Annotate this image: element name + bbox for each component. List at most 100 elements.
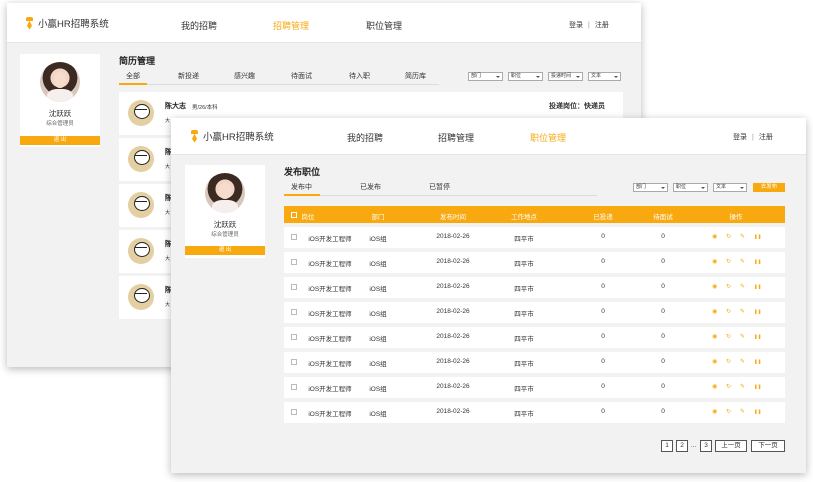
cell-date: 2018-02-26: [436, 333, 470, 340]
tab-divider: [284, 195, 597, 196]
eye-icon[interactable]: ◉: [712, 283, 717, 290]
tab-interested[interactable]: 感兴趣: [234, 71, 255, 81]
nav-my-recruit[interactable]: 我的招聘: [181, 19, 217, 32]
refresh-icon[interactable]: ↻: [726, 408, 731, 415]
cell-dept: iOS组: [369, 336, 387, 343]
register-link[interactable]: 注册: [759, 134, 773, 141]
nav-recruit-manage[interactable]: 招聘管理: [438, 131, 474, 144]
refresh-icon[interactable]: ↻: [726, 383, 731, 390]
table-row[interactable]: iOS开发工程师 iOS组 2018-02-26 四平市 0 0 ◉ ↻ ✎ ❚❚: [284, 302, 785, 323]
tab-publishing[interactable]: 发布中: [291, 182, 312, 192]
logout-button[interactable]: 退 出: [20, 136, 100, 145]
edit-icon[interactable]: ✎: [740, 358, 745, 365]
nav-job-manage[interactable]: 职位管理: [366, 19, 402, 32]
publish-button[interactable]: 去发布: [753, 183, 785, 192]
tie-logo-icon: [25, 16, 34, 30]
row-checkbox[interactable]: [291, 409, 297, 415]
edit-icon[interactable]: ✎: [740, 333, 745, 340]
edit-icon[interactable]: ✎: [740, 233, 745, 240]
column-header-date: 发布时间: [440, 214, 466, 221]
candidate-detail: 大: [165, 210, 171, 216]
app-name: 小赢HR招聘系统: [38, 19, 109, 30]
register-link[interactable]: 注册: [595, 22, 609, 29]
app-logo[interactable]: 小赢HR招聘系统: [25, 16, 109, 30]
nav-job-manage[interactable]: 职位管理: [530, 131, 566, 144]
table-row[interactable]: iOS开发工程师 iOS组 2018-02-26 四平市 0 0 ◉ ↻ ✎ ❚❚: [284, 352, 785, 373]
filter-department[interactable]: 部门: [633, 183, 668, 192]
row-checkbox[interactable]: [291, 334, 297, 340]
table-row[interactable]: iOS开发工程师 iOS组 2018-02-26 四平市 0 0 ◉ ↻ ✎ ❚❚: [284, 402, 785, 423]
pause-icon[interactable]: ❚❚: [754, 259, 762, 265]
candidate-name: 陈大志: [165, 103, 186, 110]
eye-icon[interactable]: ◉: [712, 383, 717, 390]
column-header-job: 岗位: [301, 214, 315, 221]
pause-icon[interactable]: ❚❚: [754, 309, 762, 315]
login-link[interactable]: 登录: [733, 134, 747, 141]
refresh-icon[interactable]: ↻: [726, 233, 731, 240]
edit-icon[interactable]: ✎: [740, 283, 745, 290]
edit-icon[interactable]: ✎: [740, 308, 745, 315]
filter-text[interactable]: 文本: [588, 72, 621, 81]
login-link[interactable]: 登录: [569, 22, 583, 29]
profile-name: 沈跃跃: [213, 220, 237, 229]
pause-icon[interactable]: ❚❚: [754, 334, 762, 340]
pause-icon[interactable]: ❚❚: [754, 409, 762, 415]
row-checkbox[interactable]: [291, 359, 297, 365]
tab-published[interactable]: 已发布: [360, 182, 381, 192]
refresh-icon[interactable]: ↻: [726, 283, 731, 290]
nav-my-recruit[interactable]: 我的招聘: [347, 131, 383, 144]
page-button-2[interactable]: 2: [676, 440, 688, 452]
edit-icon[interactable]: ✎: [740, 258, 745, 265]
refresh-icon[interactable]: ↻: [726, 308, 731, 315]
table-row[interactable]: iOS开发工程师 iOS组 2018-02-26 四平市 0 0 ◉ ↻ ✎ ❚❚: [284, 227, 785, 248]
filter-department[interactable]: 部门: [468, 72, 503, 81]
next-page-button[interactable]: 下一页: [751, 440, 785, 452]
eye-icon[interactable]: ◉: [712, 408, 717, 415]
refresh-icon[interactable]: ↻: [726, 358, 731, 365]
edit-icon[interactable]: ✎: [740, 383, 745, 390]
pause-icon[interactable]: ❚❚: [754, 234, 762, 240]
tab-paused[interactable]: 已暂停: [429, 182, 450, 192]
cell-date: 2018-02-26: [436, 283, 470, 290]
row-checkbox[interactable]: [291, 284, 297, 290]
select-all-checkbox[interactable]: [291, 212, 297, 218]
refresh-icon[interactable]: ↻: [726, 258, 731, 265]
nav-recruit-manage[interactable]: 招聘管理: [273, 19, 309, 32]
pause-icon[interactable]: ❚❚: [754, 359, 762, 365]
eye-icon[interactable]: ◉: [712, 308, 717, 315]
cell-location: 四平市: [514, 311, 534, 318]
eye-icon[interactable]: ◉: [712, 333, 717, 340]
app-logo[interactable]: 小赢HR招聘系统: [190, 129, 274, 143]
tab-pending-onboard[interactable]: 待入职: [349, 71, 370, 81]
row-checkbox[interactable]: [291, 309, 297, 315]
cell-date: 2018-02-26: [436, 408, 470, 415]
logout-button[interactable]: 退 出: [185, 246, 265, 255]
table-row[interactable]: iOS开发工程师 iOS组 2018-02-26 四平市 0 0 ◉ ↻ ✎ ❚❚: [284, 277, 785, 298]
pause-icon[interactable]: ❚❚: [754, 384, 762, 390]
refresh-icon[interactable]: ↻: [726, 333, 731, 340]
filter-apply-time[interactable]: 投递时间: [548, 72, 583, 81]
filter-text[interactable]: 文本: [713, 183, 747, 192]
cell-applied: 0: [601, 408, 605, 415]
tab-resume-pool[interactable]: 简历库: [405, 71, 426, 81]
pause-icon[interactable]: ❚❚: [754, 284, 762, 290]
tab-pending-interview[interactable]: 待面试: [291, 71, 312, 81]
table-row[interactable]: iOS开发工程师 iOS组 2018-02-26 四平市 0 0 ◉ ↻ ✎ ❚❚: [284, 377, 785, 398]
row-checkbox[interactable]: [291, 259, 297, 265]
table-row[interactable]: iOS开发工程师 iOS组 2018-02-26 四平市 0 0 ◉ ↻ ✎ ❚❚: [284, 252, 785, 273]
prev-page-button[interactable]: 上一页: [715, 440, 747, 452]
top-navbar: 小赢HR招聘系统 我的招聘 招聘管理 职位管理 登录 | 注册: [171, 118, 806, 155]
tab-new[interactable]: 新投递: [178, 71, 199, 81]
eye-icon[interactable]: ◉: [712, 233, 717, 240]
page-button-last[interactable]: 3: [700, 440, 712, 452]
table-row[interactable]: iOS开发工程师 iOS组 2018-02-26 四平市 0 0 ◉ ↻ ✎ ❚❚: [284, 327, 785, 348]
page-button-1[interactable]: 1: [661, 440, 673, 452]
row-checkbox[interactable]: [291, 234, 297, 240]
row-checkbox[interactable]: [291, 384, 297, 390]
eye-icon[interactable]: ◉: [712, 358, 717, 365]
edit-icon[interactable]: ✎: [740, 408, 745, 415]
filter-position[interactable]: 职位: [508, 72, 543, 81]
filter-position[interactable]: 职位: [673, 183, 708, 192]
tab-all[interactable]: 全部: [126, 71, 140, 81]
eye-icon[interactable]: ◉: [712, 258, 717, 265]
